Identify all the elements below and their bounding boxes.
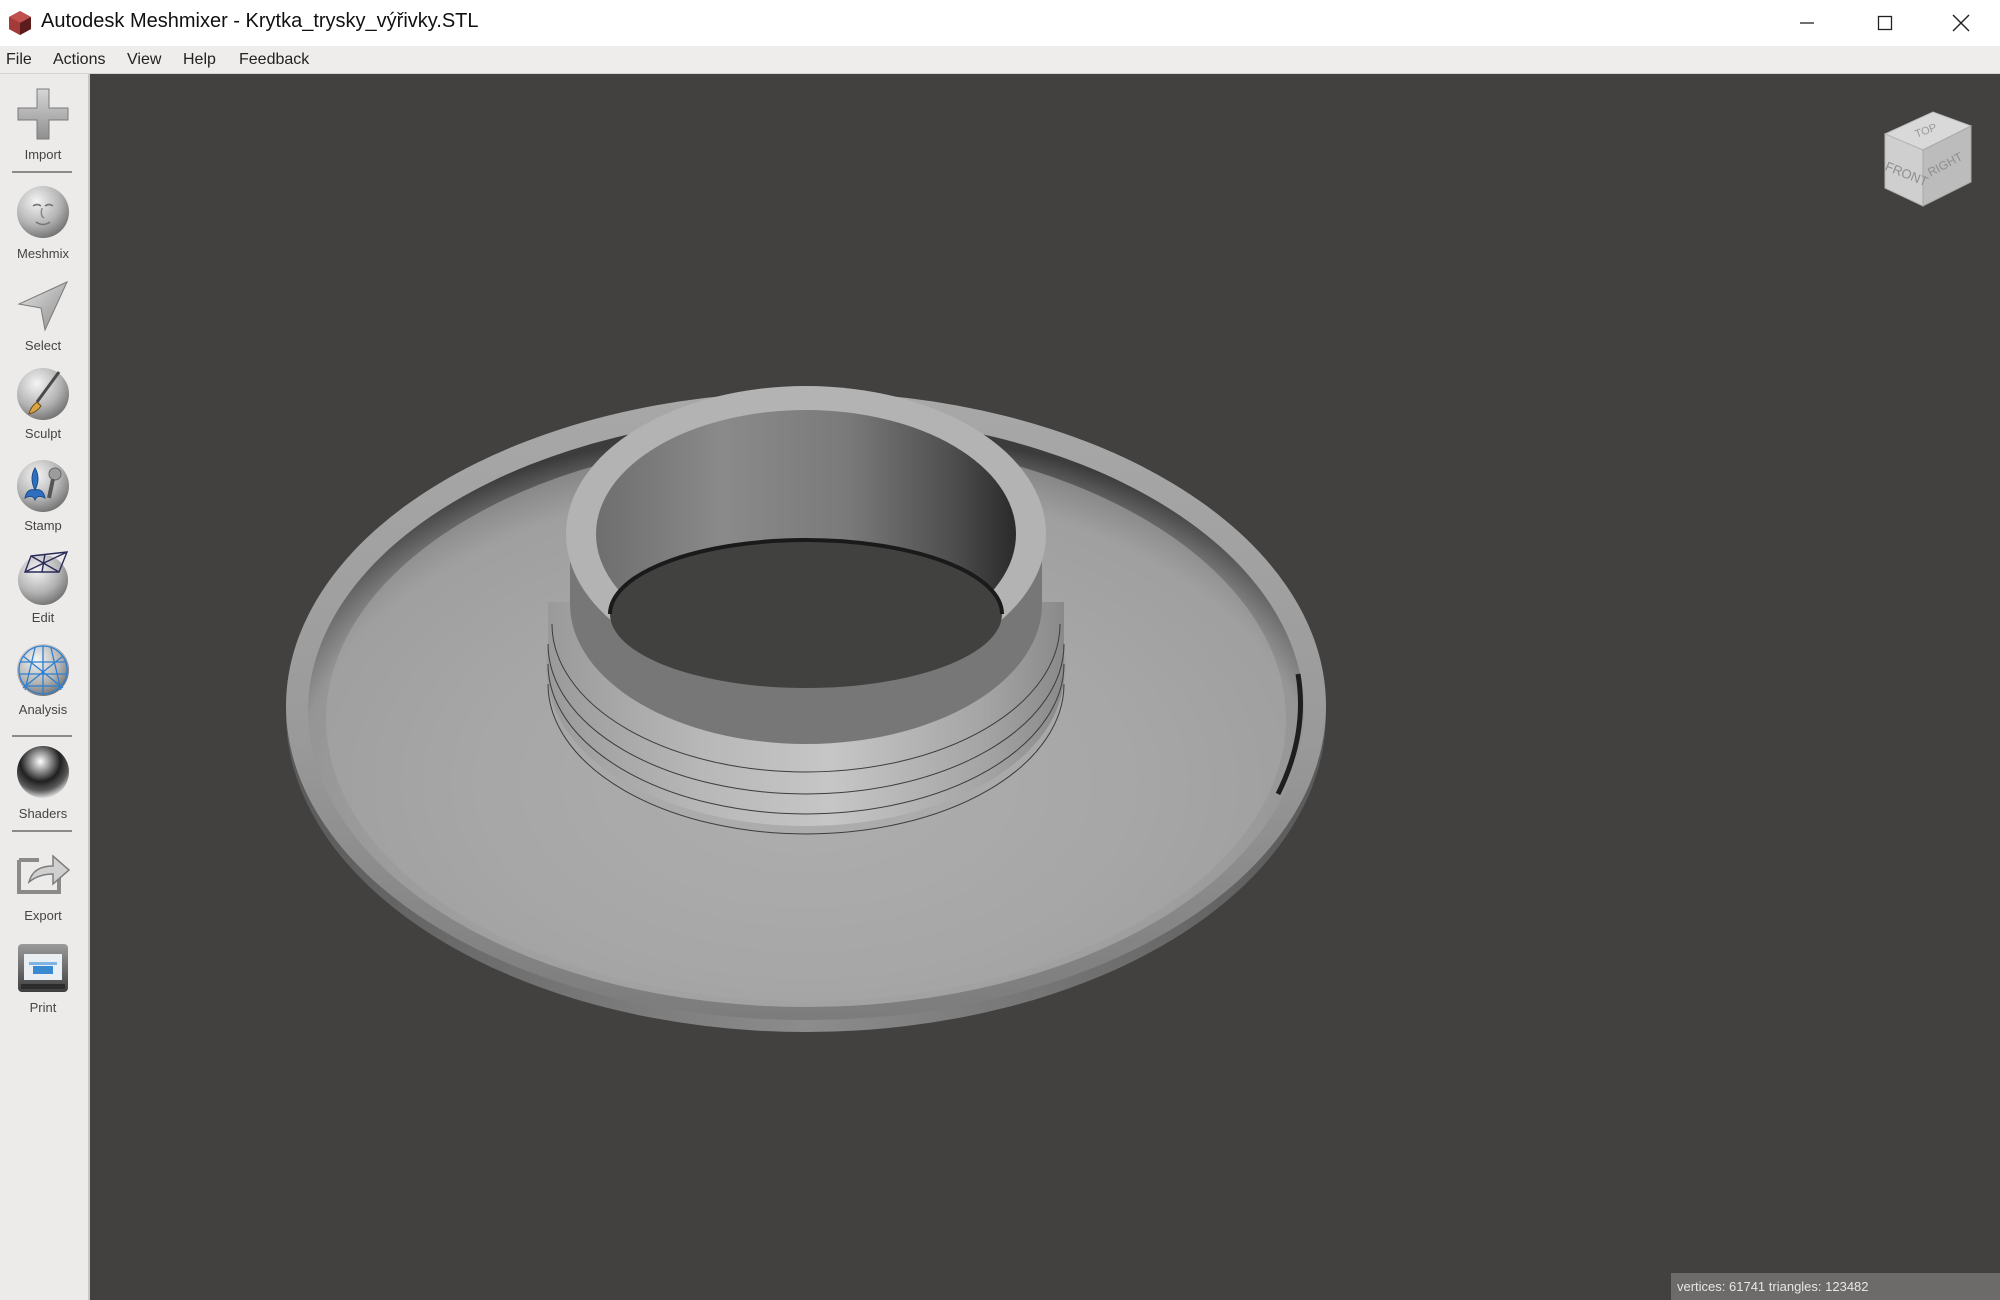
minimize-button[interactable]: [1768, 0, 1846, 46]
print-label: Print: [29, 1000, 57, 1015]
fleur-de-lis-sphere-icon: [17, 460, 69, 512]
mesh-sphere-icon: [17, 644, 69, 696]
maximize-button[interactable]: [1846, 0, 1924, 46]
close-icon: [1952, 14, 1970, 32]
chrome-sphere-icon: [17, 746, 69, 798]
nozzle-cover-model[interactable]: [286, 386, 1326, 1032]
view-cube[interactable]: TOP FRONT RIGHT: [1883, 111, 1973, 207]
toolbar-divider: [12, 171, 72, 173]
meshmix-label: Meshmix: [16, 246, 69, 261]
edit-label: Edit: [31, 610, 55, 625]
title-bar: Autodesk Meshmixer - Krytka_trysky_výřiv…: [0, 0, 2000, 46]
analysis-label: Analysis: [18, 702, 68, 717]
printer-icon: [18, 944, 68, 992]
close-button[interactable]: [1922, 0, 2000, 46]
plus-icon: [17, 88, 69, 140]
model-canvas[interactable]: TOP FRONT RIGHT: [90, 74, 2000, 1300]
import-tool-button[interactable]: Import: [0, 74, 86, 174]
menu-actions[interactable]: Actions: [53, 51, 105, 69]
window-title: Autodesk Meshmixer - Krytka_trysky_výřiv…: [41, 10, 479, 32]
brush-sphere-icon: [17, 368, 69, 420]
arrow-pointer-icon: [17, 280, 69, 332]
analysis-tool-button[interactable]: Analysis: [0, 642, 86, 732]
mesh-stats-status: vertices: 61741 triangles: 123482: [1671, 1273, 2000, 1300]
3d-viewport[interactable]: TOP FRONT RIGHT: [90, 74, 2000, 1300]
export-tool-button[interactable]: Export: [0, 844, 86, 936]
sculpt-label: Sculpt: [24, 426, 62, 441]
menu-view[interactable]: View: [127, 51, 161, 69]
select-label: Select: [24, 338, 62, 353]
meshmix-tool-button[interactable]: Meshmix: [0, 184, 86, 276]
maximize-icon: [1877, 15, 1893, 31]
menu-feedback[interactable]: Feedback: [239, 51, 309, 69]
toolbar-divider: [12, 830, 72, 832]
sculpt-tool-button[interactable]: Sculpt: [0, 366, 86, 456]
stamp-tool-button[interactable]: Stamp: [0, 458, 86, 548]
shaders-tool-button[interactable]: Shaders: [0, 744, 86, 834]
face-sphere-icon: [17, 186, 69, 238]
meshmixer-logo-icon: [9, 11, 31, 35]
toolbar-divider: [12, 735, 72, 737]
menu-bar: File Actions View Help Feedback: [0, 46, 2000, 74]
print-tool-button[interactable]: Print: [0, 940, 86, 1030]
menu-file[interactable]: File: [6, 51, 32, 69]
minimize-icon: [1800, 22, 1814, 24]
stamp-label: Stamp: [24, 518, 62, 533]
menu-help[interactable]: Help: [183, 51, 216, 69]
edit-tool-button[interactable]: Edit: [0, 550, 86, 640]
tool-sidebar: Import Meshmix Select Sculpt Stamp Edit …: [0, 74, 90, 1300]
export-label: Export: [24, 908, 62, 923]
wireframe-sphere-icon: [18, 551, 69, 605]
export-icon: [17, 854, 71, 894]
import-label: Import: [24, 147, 62, 162]
select-tool-button[interactable]: Select: [0, 274, 86, 364]
shaders-label: Shaders: [18, 806, 68, 821]
